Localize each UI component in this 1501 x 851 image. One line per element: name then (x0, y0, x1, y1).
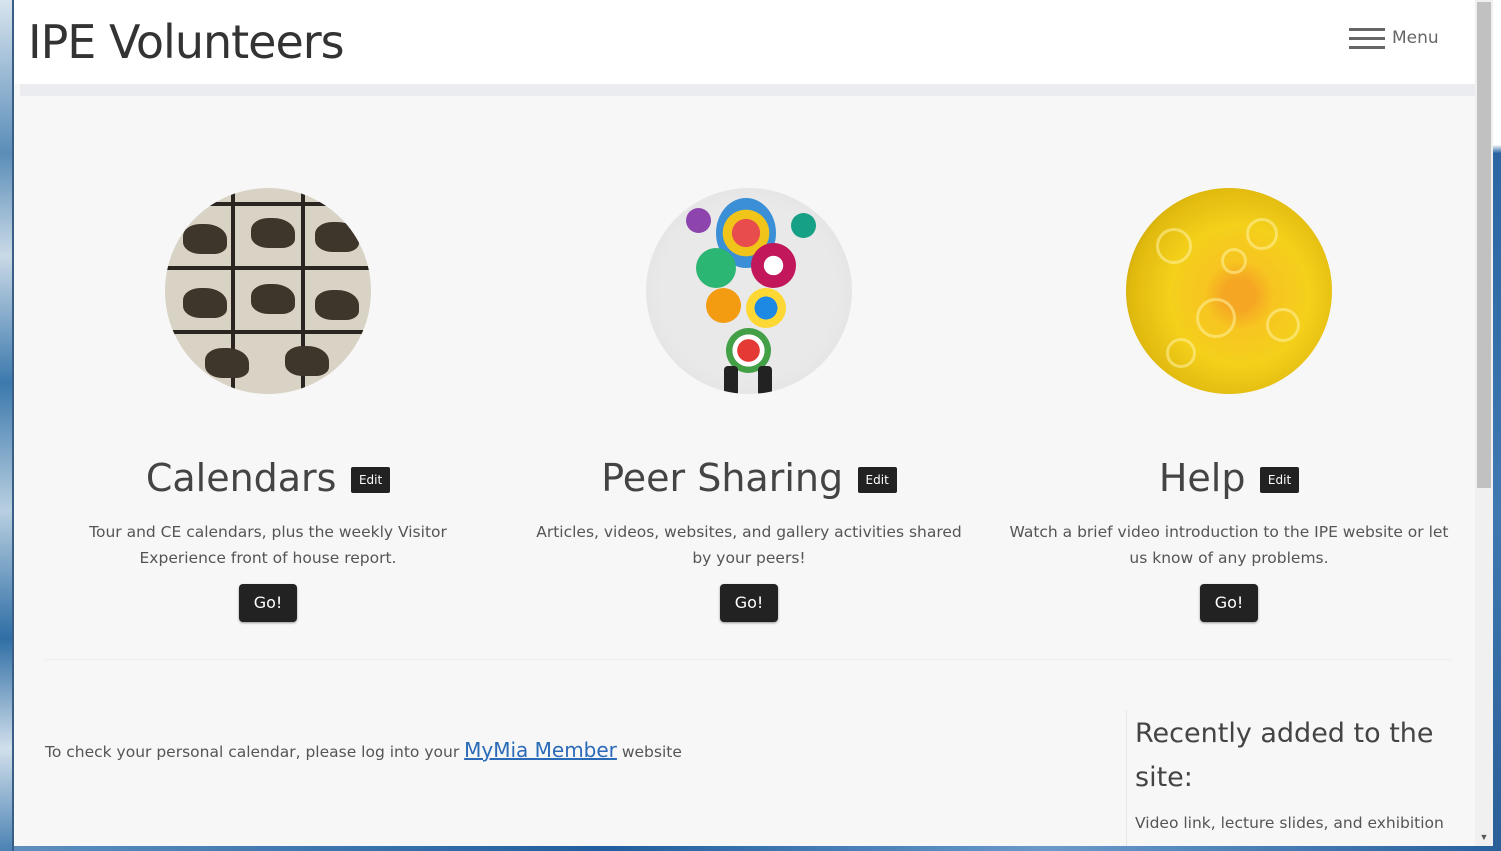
menu-button[interactable]: Menu (1349, 24, 1439, 52)
menu-label[interactable]: Menu (1392, 28, 1439, 48)
help-title: Help (1158, 456, 1246, 500)
desktop-left-edge (0, 0, 14, 851)
scrollbar-thumb[interactable] (1477, 2, 1491, 488)
recently-added-sidebar: Recently added to the site: Video link, … (1126, 710, 1462, 846)
site-title[interactable]: IPE Volunteers (28, 12, 345, 72)
help-edit-button[interactable]: Edit (1259, 467, 1300, 493)
desktop-right-edge (1493, 0, 1501, 851)
hamburger-icon[interactable] (1349, 27, 1385, 49)
card-calendars: Calendars Edit Tour and CE calendars, pl… (48, 188, 488, 622)
calendars-description: Tour and CE calendars, plus the weekly V… (89, 523, 447, 567)
peer-sharing-go-button[interactable]: Go! (720, 584, 778, 622)
peer-sharing-title-row: Peer Sharing Edit (529, 456, 969, 500)
personal-calendar-text-before: To check your personal calendar, please … (45, 743, 465, 761)
browser-viewport: IPE Volunteers Menu Calendars Edit Tour … (14, 0, 1475, 846)
card-peer-sharing: Peer Sharing Edit Articles, videos, webs… (529, 188, 969, 622)
vertical-scrollbar[interactable]: ▼ (1475, 0, 1493, 846)
calendars-title-row: Calendars Edit (48, 456, 488, 500)
help-image (1126, 188, 1332, 394)
header-divider-bar (20, 84, 1475, 96)
scroll-down-arrow-icon[interactable]: ▼ (1475, 828, 1493, 846)
card-help: Help Edit Watch a brief video introducti… (1009, 188, 1449, 622)
peer-sharing-description: Articles, videos, websites, and gallery … (536, 523, 962, 567)
section-divider (45, 659, 1451, 660)
calendars-title: Calendars (145, 456, 337, 500)
help-description: Watch a brief video introduction to the … (1009, 523, 1449, 567)
desktop-bottom-edge (14, 846, 1493, 851)
peer-sharing-edit-button[interactable]: Edit (857, 467, 897, 493)
mymia-member-link[interactable]: MyMia Member (464, 738, 617, 762)
recently-added-snippet[interactable]: Video link, lecture slides, and exhibiti… (1135, 810, 1465, 836)
peer-sharing-image (646, 188, 852, 394)
calendars-go-button[interactable]: Go! (239, 584, 297, 622)
help-go-button[interactable]: Go! (1200, 584, 1258, 622)
peer-sharing-title: Peer Sharing (601, 456, 844, 500)
help-title-row: Help Edit (1009, 456, 1449, 500)
calendars-image (165, 188, 371, 394)
personal-calendar-text: To check your personal calendar, please … (45, 738, 682, 762)
personal-calendar-text-after: website (616, 743, 682, 761)
site-header: IPE Volunteers Menu (14, 0, 1475, 84)
recently-added-title: Recently added to the site: (1135, 718, 1434, 793)
calendars-edit-button[interactable]: Edit (350, 467, 391, 493)
